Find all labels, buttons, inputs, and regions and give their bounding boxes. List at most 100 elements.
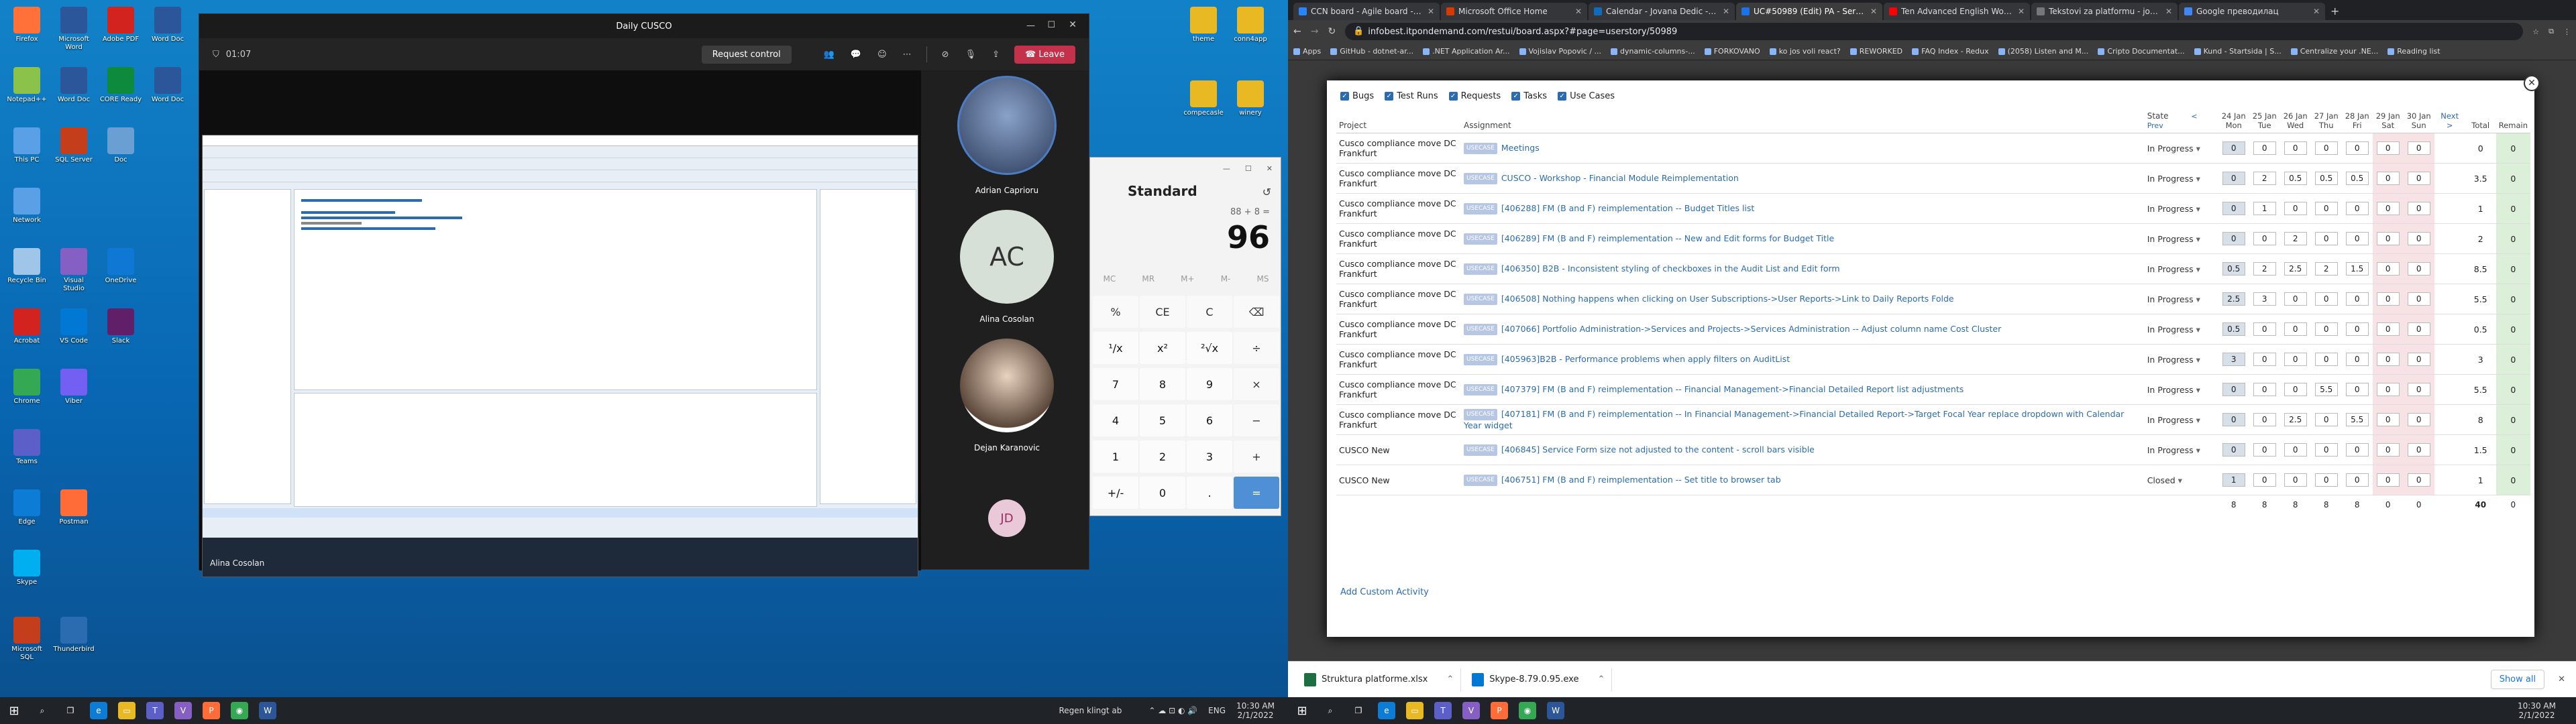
hours-input[interactable]: 0	[2376, 172, 2400, 185]
close-download-bar-icon[interactable]: ✕	[2558, 674, 2565, 684]
chat-icon[interactable]: 💬	[851, 50, 861, 60]
browser-tab[interactable]: Ten Advanced English Words Yo ✕	[1884, 3, 2030, 20]
share-icon[interactable]: ⇪	[992, 50, 1000, 60]
calc-key[interactable]: CE	[1140, 296, 1185, 328]
desktop-icon[interactable]: Adobe PDF	[99, 7, 142, 44]
hours-input[interactable]: 0.5	[2314, 172, 2338, 185]
memory-button[interactable]: MC	[1104, 274, 1116, 284]
checkbox[interactable]: ✓	[1511, 92, 1521, 101]
weather-text[interactable]: Regen klingt ab	[1059, 706, 1122, 715]
desktop-icon[interactable]: Slack	[99, 308, 142, 345]
hours-input[interactable]: 1.5	[2345, 262, 2369, 276]
bookmark-item[interactable]: FORKOVANO	[1704, 47, 1760, 56]
clock[interactable]: 10:30 AM 2/1/2022	[1236, 701, 1275, 720]
filter-option[interactable]: ✓ Bugs	[1340, 91, 1374, 101]
close-icon[interactable]: ✕	[1267, 164, 1273, 173]
chevron-up-icon[interactable]: ⌃	[1597, 674, 1605, 684]
hours-input[interactable]: 2	[2253, 172, 2276, 185]
desktop-icon[interactable]: Postman	[52, 489, 95, 526]
new-tab-icon[interactable]: +	[2330, 5, 2339, 17]
chrome-icon[interactable]: ◉	[1519, 702, 1536, 719]
checkbox[interactable]: ✓	[1558, 92, 1567, 101]
clock[interactable]: 10:30 AM 2/1/2022	[2518, 701, 2556, 720]
minimize-icon[interactable]: —	[1026, 21, 1035, 31]
hours-input[interactable]: 0	[2253, 413, 2276, 426]
hours-input[interactable]: 5.5	[2314, 383, 2338, 396]
tab-close-icon[interactable]: ✕	[1428, 7, 1434, 16]
calc-key[interactable]: x²	[1140, 332, 1185, 364]
state-select[interactable]: In Progress ▾	[2144, 314, 2218, 345]
state-select[interactable]: In Progress ▾	[2144, 434, 2218, 465]
desktop-icon[interactable]: Thunderbird	[52, 617, 95, 654]
address-bar[interactable]: 🔒 infobest.itpondemand.com/restui/board.…	[1345, 23, 2524, 40]
hours-input[interactable]: 3	[2222, 353, 2245, 366]
maximize-icon[interactable]: ☐	[1047, 20, 1055, 30]
memory-button[interactable]: MS	[1256, 274, 1269, 284]
calc-key[interactable]: 1	[1093, 440, 1138, 473]
bookmark-item[interactable]: Vojislav Popovic / ...	[1519, 47, 1601, 56]
assignment-link[interactable]: [406288] FM (B and F) reimplementation -…	[1501, 203, 1754, 213]
calc-key[interactable]: 9	[1187, 368, 1232, 400]
desktop-icon[interactable]: Microsoft SQL	[5, 617, 48, 662]
edge-icon[interactable]: e	[90, 702, 107, 719]
desktop-icon[interactable]: Edge	[5, 489, 48, 526]
hours-input[interactable]: 0	[2314, 141, 2338, 155]
back-icon[interactable]: ←	[1293, 26, 1301, 37]
hours-input[interactable]: 0	[2314, 413, 2338, 426]
desktop-icon[interactable]: Network	[5, 188, 48, 225]
desktop-icon[interactable]: Word Doc	[146, 7, 189, 44]
hours-input[interactable]: 0	[2345, 232, 2369, 245]
star-icon[interactable]: ☆	[2532, 27, 2539, 36]
hours-input[interactable]: 0	[2407, 172, 2430, 185]
history-icon[interactable]: ↺	[1263, 186, 1271, 198]
calc-key[interactable]: ¹/x	[1093, 332, 1138, 364]
hours-input[interactable]: 2.5	[2222, 292, 2245, 306]
desktop-icon[interactable]: Chrome	[5, 369, 48, 406]
hours-input[interactable]: 0	[2284, 292, 2307, 306]
windows-start-icon[interactable]: ⊞	[5, 702, 23, 719]
hours-input[interactable]: 2.5	[2284, 262, 2307, 276]
hours-input[interactable]: 0	[2222, 232, 2245, 245]
hours-input[interactable]: 0	[2407, 443, 2430, 457]
calc-key[interactable]: 0	[1140, 477, 1185, 509]
hours-input[interactable]: 0	[2253, 383, 2276, 396]
hours-input[interactable]: 0	[2345, 383, 2369, 396]
hours-input[interactable]: 0	[2314, 473, 2338, 487]
calc-key[interactable]: +/-	[1093, 477, 1138, 509]
minimize-icon[interactable]: —	[1223, 164, 1230, 173]
state-select[interactable]: In Progress ▾	[2144, 284, 2218, 314]
hours-input[interactable]: 0	[2407, 353, 2430, 366]
desktop-icon[interactable]: OneDrive	[99, 248, 142, 285]
assignment-link[interactable]: [406350] B2B - Inconsistent styling of c…	[1501, 263, 1840, 274]
desktop-icon[interactable]: Skype	[5, 550, 48, 587]
windows-start-icon[interactable]: ⊞	[1293, 702, 1311, 719]
hours-input[interactable]: 0	[2284, 202, 2307, 215]
calc-key[interactable]: −	[1234, 404, 1279, 436]
state-select[interactable]: In Progress ▾	[2144, 193, 2218, 224]
assignment-link[interactable]: [406845] Service Form size not adjusted …	[1501, 444, 1815, 455]
memory-button[interactable]: M+	[1181, 274, 1194, 284]
hours-input[interactable]: 0	[2345, 353, 2369, 366]
hours-input[interactable]: 0	[2222, 172, 2245, 185]
hours-input[interactable]: 0	[2284, 353, 2307, 366]
browser-tab[interactable]: UC#50989 (Edit) PA - Service De ✕	[1736, 3, 1882, 20]
hours-input[interactable]: 2.5	[2284, 413, 2307, 426]
desktop-icon[interactable]: Teams	[5, 429, 48, 466]
hours-input[interactable]: 2	[2284, 232, 2307, 245]
hours-input[interactable]: 0	[2376, 141, 2400, 155]
visual-studio-icon[interactable]: V	[174, 702, 192, 719]
assignment-link[interactable]: [407181] FM (B and F) reimplementation -…	[1464, 409, 2124, 430]
hours-input[interactable]: 0	[2314, 322, 2338, 336]
hours-input[interactable]: 0	[2407, 473, 2430, 487]
teams-icon[interactable]: T	[146, 702, 164, 719]
hours-input[interactable]: 0	[2284, 141, 2307, 155]
desktop-icon[interactable]: Recycle Bin	[5, 248, 48, 285]
calc-key[interactable]: ×	[1234, 368, 1279, 400]
hours-input[interactable]: 0	[2376, 292, 2400, 306]
desktop-icon[interactable]: CORE Ready	[99, 67, 142, 104]
tab-close-icon[interactable]: ✕	[2018, 7, 2025, 16]
hours-input[interactable]: 3	[2253, 292, 2276, 306]
desktop-icon[interactable]: theme	[1182, 7, 1225, 44]
close-icon[interactable]: ✕	[1069, 19, 1077, 30]
bookmark-item[interactable]: Cripto Documentat...	[2098, 47, 2185, 56]
